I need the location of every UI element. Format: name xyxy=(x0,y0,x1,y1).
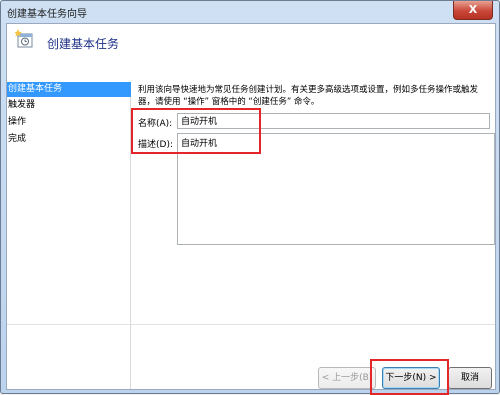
sidebar-item-action[interactable]: 操作 xyxy=(7,115,131,130)
sidebar-item-trigger[interactable]: 触发器 xyxy=(7,98,131,113)
back-button[interactable]: < 上一步(B) xyxy=(318,367,376,389)
sidebar-item-finish[interactable]: 完成 xyxy=(7,132,131,147)
title-bar: 创建基本任务向导 X xyxy=(1,1,499,23)
annotation-highlight-box xyxy=(131,108,261,154)
wizard-client-area: 创建基本任务 创建基本任务 触发器 操作 完成 利用该向导快速地为常见任务创建计… xyxy=(6,23,496,395)
sidebar-item-create-basic-task[interactable]: 创建基本任务 xyxy=(7,82,131,97)
wizard-content: 利用该向导快速地为常见任务创建计划。有关更多高级选项或设置，例如多任务操作或触发… xyxy=(131,82,495,382)
wizard-description: 利用该向导快速地为常见任务创建计划。有关更多高级选项或设置，例如多任务操作或触发… xyxy=(138,85,479,107)
annotation-next-highlight xyxy=(370,359,449,395)
footer-divider xyxy=(7,324,495,325)
page-heading: 创建基本任务 xyxy=(47,37,120,51)
close-icon: X xyxy=(468,3,478,16)
wizard-steps-sidebar: 创建基本任务 触发器 操作 完成 xyxy=(7,82,131,389)
close-button[interactable]: X xyxy=(453,1,493,20)
window-title: 创建基本任务向导 xyxy=(7,9,87,20)
cancel-button[interactable]: 取消 xyxy=(448,367,492,389)
wizard-window: 创建基本任务向导 X 创建基本任务 创建基本任务 触发器 操作 完成 利用该向导… xyxy=(0,0,500,395)
wizard-header: 创建基本任务 xyxy=(7,24,495,76)
task-wizard-icon xyxy=(15,29,33,48)
